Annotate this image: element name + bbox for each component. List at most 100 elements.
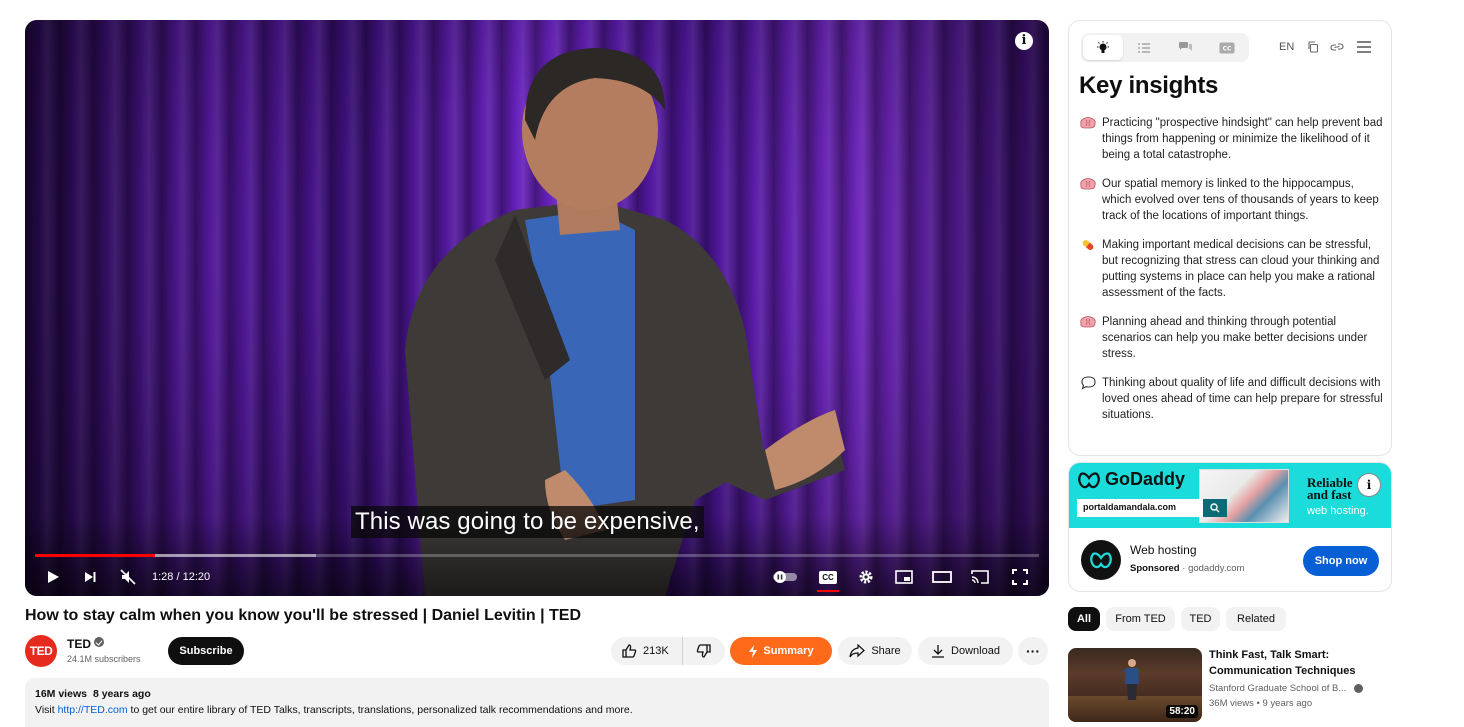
- channel-name[interactable]: TED: [67, 637, 91, 651]
- recommendation-thumbnail[interactable]: 58:20: [1068, 648, 1202, 722]
- copy-icon[interactable]: [1305, 39, 1321, 55]
- miniplayer-icon: [895, 570, 913, 584]
- captions-button[interactable]: CC: [817, 566, 839, 592]
- verified-badge-icon: [1354, 684, 1363, 693]
- miniplayer-button[interactable]: [893, 566, 915, 588]
- summary-label: Summary: [763, 645, 814, 657]
- link-icon[interactable]: [1329, 39, 1345, 55]
- cast-button[interactable]: [969, 566, 991, 588]
- played-bar: [35, 554, 156, 557]
- time-display: 1:28 / 12:20: [152, 571, 211, 583]
- video-player[interactable]: i This was going to be expensive, 1:28 /…: [25, 20, 1049, 596]
- closed-captions-icon: CC: [1219, 42, 1235, 53]
- chip-all[interactable]: All: [1068, 607, 1100, 631]
- insight-text: Thinking about quality of life and diffi…: [1102, 377, 1383, 421]
- ad-info-icon[interactable]: i: [1357, 473, 1381, 497]
- ad-card[interactable]: GoDaddy portaldamandala.com Reliable and…: [1068, 462, 1392, 592]
- panel-title: Key insights: [1079, 72, 1219, 99]
- like-dislike-group: 213K: [611, 637, 725, 665]
- theater-mode-button[interactable]: [931, 566, 953, 588]
- mute-button[interactable]: [117, 566, 139, 588]
- pill-icon: [1079, 237, 1097, 253]
- lightning-icon: [749, 644, 758, 658]
- recommendation-age: 9 years ago: [1262, 698, 1313, 709]
- brain-icon: [1079, 115, 1097, 131]
- ted-link[interactable]: http://TED.com: [58, 704, 128, 716]
- fullscreen-button[interactable]: [1009, 566, 1031, 588]
- speaker-thumbnail-figure: [1124, 659, 1140, 700]
- subtitle-caption: This was going to be expensive,: [351, 506, 704, 538]
- subscribe-button[interactable]: Subscribe: [168, 637, 244, 665]
- tab-outline[interactable]: [1125, 35, 1165, 60]
- like-button[interactable]: 213K: [611, 637, 683, 665]
- tab-chat[interactable]: [1166, 35, 1206, 60]
- settings-button[interactable]: [855, 566, 877, 588]
- insight-text: Planning ahead and thinking through pote…: [1102, 316, 1368, 360]
- menu-icon[interactable]: [1356, 39, 1372, 55]
- insight-item: Thinking about quality of life and diffi…: [1079, 375, 1383, 423]
- godaddy-logo-icon: [1090, 552, 1112, 569]
- chip-from-ted[interactable]: From TED: [1106, 607, 1175, 631]
- insights-list: Practicing "prospective hindsight" can h…: [1079, 115, 1383, 436]
- tab-transcript[interactable]: CC: [1208, 35, 1248, 60]
- list-icon: [1138, 42, 1151, 53]
- download-button[interactable]: Download: [918, 637, 1013, 665]
- download-label: Download: [951, 645, 1000, 657]
- ad-subline: web hosting.: [1307, 505, 1369, 517]
- upload-age: 8 years ago: [92, 688, 151, 700]
- ad-brand: GoDaddy: [1105, 469, 1186, 489]
- share-button[interactable]: Share: [838, 637, 912, 665]
- recommendation-title[interactable]: Think Fast, Talk Smart: Communication Te…: [1209, 647, 1379, 679]
- autoplay-toggle[interactable]: [771, 566, 799, 588]
- info-icon[interactable]: i: [1015, 32, 1033, 50]
- next-icon: [85, 572, 96, 582]
- download-icon: [932, 645, 945, 658]
- progress-bar[interactable]: [35, 554, 1039, 557]
- dislike-button[interactable]: [683, 637, 725, 665]
- share-label: Share: [871, 645, 901, 657]
- channel-avatar[interactable]: TED: [25, 635, 57, 667]
- cc-icon: CC: [819, 570, 837, 584]
- panel-tabs: CC: [1081, 33, 1249, 62]
- like-count: 213K: [643, 645, 669, 657]
- language-selector[interactable]: EN: [1279, 41, 1294, 53]
- recommendation-channel[interactable]: Stanford Graduate School of B...: [1209, 683, 1346, 694]
- chip-ted[interactable]: TED: [1181, 607, 1220, 631]
- insight-text: Making important medical decisions can b…: [1102, 239, 1380, 299]
- brain-icon: [1079, 176, 1097, 192]
- play-button[interactable]: [42, 566, 64, 588]
- ad-domain: godaddy.com: [1188, 563, 1245, 574]
- thumbs-down-icon: [696, 644, 711, 658]
- tab-insights[interactable]: [1083, 35, 1123, 60]
- more-actions-button[interactable]: ···: [1018, 637, 1048, 665]
- ad-banner[interactable]: GoDaddy portaldamandala.com Reliable and…: [1069, 463, 1391, 528]
- godaddy-logo-icon: [1078, 471, 1100, 488]
- ad-title[interactable]: Web hosting: [1130, 543, 1197, 557]
- video-title: How to stay calm when you know you'll be…: [25, 607, 581, 624]
- cast-icon: [971, 570, 989, 584]
- ad-search-icon: [1203, 499, 1227, 517]
- theater-mode-icon: [932, 571, 952, 583]
- fullscreen-icon: [1012, 569, 1028, 585]
- thumbs-up-icon: [622, 644, 637, 658]
- verified-badge-icon: [94, 637, 104, 647]
- subscriber-count: 24.1M subscribers: [67, 654, 141, 664]
- insight-text: Practicing "prospective hindsight" can h…: [1102, 117, 1383, 161]
- description-box[interactable]: 16M views 8 years ago Visit http://TED.co…: [25, 678, 1049, 727]
- sponsored-label: Sponsored: [1130, 563, 1180, 574]
- muted-volume-icon: [120, 569, 136, 585]
- chip-related[interactable]: Related: [1226, 607, 1286, 631]
- shop-now-button[interactable]: Shop now: [1303, 546, 1379, 576]
- view-count: 16M views: [35, 688, 87, 700]
- next-button[interactable]: [79, 566, 101, 588]
- insight-item: Practicing "prospective hindsight" can h…: [1079, 115, 1383, 163]
- advertiser-logo: [1081, 540, 1121, 580]
- play-icon: [48, 571, 59, 583]
- chat-bubbles-icon: [1178, 42, 1192, 51]
- insight-item: Planning ahead and thinking through pote…: [1079, 314, 1383, 362]
- recommendation-views: 36M views: [1209, 698, 1254, 709]
- summary-button[interactable]: Summary: [730, 637, 832, 665]
- insights-panel: CC EN Key insights Practicing "prospecti…: [1068, 20, 1392, 456]
- share-icon: [849, 644, 866, 658]
- insight-item: Our spatial memory is linked to the hipp…: [1079, 176, 1383, 224]
